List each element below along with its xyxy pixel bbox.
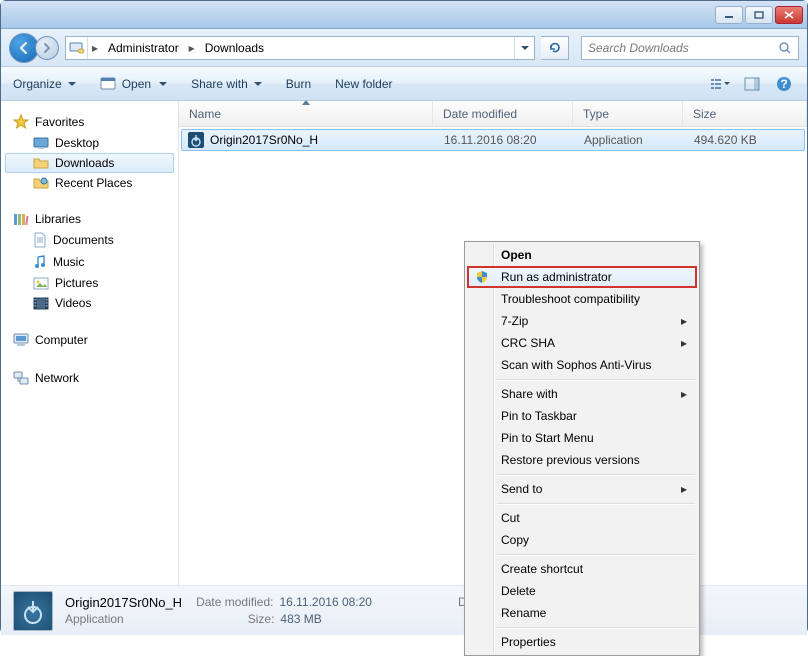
separator <box>497 379 695 380</box>
ctx-create-shortcut[interactable]: Create shortcut <box>467 558 697 580</box>
ctx-troubleshoot[interactable]: Troubleshoot compatibility <box>467 288 697 310</box>
ctx-share-with[interactable]: Share with▸ <box>467 383 697 405</box>
sidebar-network[interactable]: Network <box>5 367 174 389</box>
sidebar-computer[interactable]: Computer <box>5 329 174 351</box>
organize-menu[interactable]: Organize <box>13 77 76 91</box>
refresh-button[interactable] <box>541 36 569 60</box>
libraries-icon <box>13 212 29 226</box>
address-bar-row: ▸ Administrator ▸ Downloads Search Downl… <box>1 29 807 67</box>
videos-icon <box>33 296 49 310</box>
file-type-cell: Application <box>574 133 684 147</box>
file-name-cell: Origin2017Sr0No_H <box>182 132 434 148</box>
share-with-menu[interactable]: Share with <box>191 77 262 91</box>
folder-icon <box>33 156 49 170</box>
file-size-cell: 494.620 KB <box>684 133 804 147</box>
music-icon <box>33 254 47 270</box>
desktop-icon <box>33 136 49 150</box>
new-folder-button[interactable]: New folder <box>335 77 392 91</box>
ctx-cut[interactable]: Cut <box>467 507 697 529</box>
column-headers: Name Date modified Type Size <box>179 101 807 127</box>
ctx-scan[interactable]: Scan with Sophos Anti-Virus <box>467 354 697 376</box>
ctx-crc-sha[interactable]: CRC SHA▸ <box>467 332 697 354</box>
separator <box>497 503 695 504</box>
close-button[interactable] <box>775 6 803 24</box>
star-icon <box>13 114 29 130</box>
application-icon <box>100 77 116 91</box>
status-file-type: Application <box>65 612 124 626</box>
sort-ascending-icon <box>302 100 310 105</box>
ctx-copy[interactable]: Copy <box>467 529 697 551</box>
breadcrumb-downloads[interactable]: Downloads <box>199 37 270 59</box>
preview-pane-button[interactable] <box>741 74 763 94</box>
ctx-rename[interactable]: Rename <box>467 602 697 624</box>
search-input[interactable]: Search Downloads <box>581 36 799 60</box>
pictures-icon <box>33 276 49 290</box>
status-date-modified-label: Date modified: <box>196 595 273 610</box>
column-name[interactable]: Name <box>179 101 433 126</box>
ctx-pin-taskbar[interactable]: Pin to Taskbar <box>467 405 697 427</box>
sidebar-desktop[interactable]: Desktop <box>5 133 174 153</box>
status-date-modified-value: 16.11.2016 08:20 <box>279 595 372 610</box>
sidebar-downloads[interactable]: Downloads <box>5 153 174 173</box>
navigation-pane: Favorites Desktop Downloads Recent Place… <box>1 101 179 585</box>
chevron-right-icon[interactable]: ▸ <box>185 37 199 59</box>
breadcrumb-administrator[interactable]: Administrator <box>102 37 185 59</box>
file-row[interactable]: Origin2017Sr0No_H 16.11.2016 08:20 Appli… <box>181 129 805 151</box>
sidebar-favorites[interactable]: Favorites <box>5 111 174 133</box>
column-type[interactable]: Type <box>573 101 683 126</box>
computer-icon <box>13 332 29 348</box>
title-bar <box>1 1 807 29</box>
ctx-restore-versions[interactable]: Restore previous versions <box>467 449 697 471</box>
view-options-button[interactable] <box>709 74 731 94</box>
minimize-button[interactable] <box>715 6 743 24</box>
computer-icon[interactable] <box>66 37 88 59</box>
sidebar-pictures[interactable]: Pictures <box>5 273 174 293</box>
status-size-value: 483 MB <box>280 612 321 626</box>
sidebar-videos[interactable]: Videos <box>5 293 174 313</box>
recent-icon <box>33 176 49 190</box>
ctx-delete[interactable]: Delete <box>467 580 697 602</box>
sidebar-music[interactable]: Music <box>5 251 174 273</box>
ctx-pin-start[interactable]: Pin to Start Menu <box>467 427 697 449</box>
sidebar-recent-places[interactable]: Recent Places <box>5 173 174 193</box>
breadcrumb-bar[interactable]: ▸ Administrator ▸ Downloads <box>65 36 535 60</box>
document-icon <box>33 232 47 248</box>
status-file-name: Origin2017Sr0No_H <box>65 595 182 610</box>
ctx-run-as-administrator[interactable]: Run as administrator <box>467 266 697 288</box>
separator <box>497 554 695 555</box>
network-icon <box>13 370 29 386</box>
ctx-open[interactable]: Open <box>467 244 697 266</box>
chevron-right-icon[interactable]: ▸ <box>88 37 102 59</box>
shield-icon <box>474 269 490 285</box>
column-size[interactable]: Size <box>683 101 807 126</box>
status-size-label: Size: <box>248 612 275 626</box>
breadcrumb-dropdown[interactable] <box>514 37 534 59</box>
separator <box>497 627 695 628</box>
ctx-properties[interactable]: Properties <box>467 631 697 653</box>
sidebar-documents[interactable]: Documents <box>5 229 174 251</box>
ctx-7zip[interactable]: 7-Zip▸ <box>467 310 697 332</box>
search-placeholder: Search Downloads <box>588 41 689 55</box>
context-menu: Open Run as administrator Troubleshoot c… <box>464 241 700 656</box>
maximize-button[interactable] <box>745 6 773 24</box>
burn-button[interactable]: Burn <box>286 77 311 91</box>
file-thumbnail <box>13 591 53 631</box>
file-list-pane: Name Date modified Type Size Origin2017S… <box>179 101 807 585</box>
ctx-send-to[interactable]: Send to▸ <box>467 478 697 500</box>
file-date-cell: 16.11.2016 08:20 <box>434 133 574 147</box>
open-button[interactable]: Open <box>100 77 167 91</box>
column-date-modified[interactable]: Date modified <box>433 101 573 126</box>
forward-button[interactable] <box>35 36 59 60</box>
separator <box>497 474 695 475</box>
toolbar: Organize Open Share with Burn New folder… <box>1 67 807 101</box>
installer-icon <box>188 132 204 148</box>
search-icon <box>778 41 792 55</box>
sidebar-libraries[interactable]: Libraries <box>5 209 174 229</box>
svg-text:?: ? <box>780 77 787 91</box>
help-button[interactable]: ? <box>773 74 795 94</box>
